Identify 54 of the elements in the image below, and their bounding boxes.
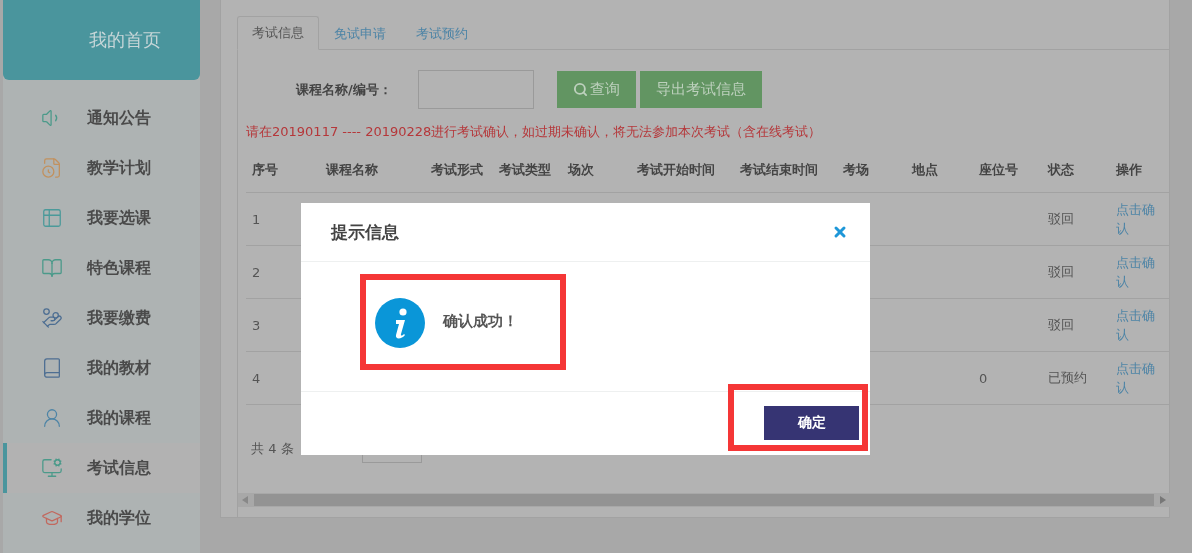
column-header: 考试类型 — [493, 147, 562, 193]
column-header: 座位号 — [973, 147, 1042, 193]
table-cell: 驳回 — [1048, 210, 1074, 228]
scroll-right-icon[interactable] — [1160, 496, 1166, 504]
column-header: 考试开始时间 — [631, 147, 734, 193]
table-cell: 驳回 — [1048, 263, 1074, 281]
column-header: 课程名称 — [320, 147, 425, 193]
table-cell: 2 — [252, 264, 261, 280]
column-header: 操作 — [1110, 147, 1169, 193]
horizontal-scrollbar[interactable] — [238, 493, 1170, 507]
search-icon — [573, 82, 588, 97]
sidebar-item[interactable]: 考试信息 — [3, 443, 200, 493]
column-header: 场次 — [562, 147, 631, 193]
info-icon — [375, 298, 425, 348]
table-cell: 已预约 — [1048, 369, 1087, 387]
sidebar-item[interactable]: 我要缴费 — [3, 293, 200, 343]
column-header: 状态 — [1042, 147, 1110, 193]
search-field[interactable] — [418, 70, 534, 109]
sidebar-item[interactable]: 我的课程 — [3, 393, 200, 443]
column-header: 地点 — [906, 147, 973, 193]
table-cell: 3 — [252, 317, 261, 333]
export-button[interactable]: 导出考试信息 — [640, 71, 762, 108]
table-icon — [41, 207, 63, 229]
book-icon — [41, 257, 63, 279]
column-header: 考试形式 — [425, 147, 493, 193]
column-header: 序号 — [246, 147, 320, 193]
sidebar-item[interactable]: 我要选课 — [3, 193, 200, 243]
sidebar-item[interactable]: 教学计划 — [3, 143, 200, 193]
sidebar-item[interactable]: 我的学位 — [3, 493, 200, 543]
ok-button[interactable]: 确定 — [764, 405, 859, 440]
dialog-message: 确认成功！ — [443, 312, 518, 331]
table-cell: 0 — [979, 370, 988, 386]
close-icon[interactable] — [832, 224, 848, 240]
column-header: 考试结束时间 — [734, 147, 837, 193]
query-button[interactable]: 查询 — [557, 71, 636, 108]
sidebar-item[interactable]: 特色课程 — [3, 243, 200, 293]
document-clock-icon — [41, 157, 63, 179]
monitor-icon — [41, 457, 63, 479]
textbook-icon — [41, 357, 63, 379]
notice-text: 请在20190117 ---- 20190228进行考试确认，如过期未确认，将无法参加本次考试（含在线考试） — [246, 123, 823, 141]
column-header: 考场 — [837, 147, 906, 193]
sidebar-item[interactable]: 通知公告 — [3, 93, 200, 143]
scroll-left-icon[interactable] — [242, 496, 248, 504]
table-cell: 1 — [252, 211, 261, 227]
table-cell: 驳回 — [1048, 316, 1074, 334]
total-count: 共 4 条 — [251, 440, 294, 458]
dialog-title: 提示信息 — [331, 220, 399, 244]
sidebar-item[interactable]: 我的教材 — [3, 343, 200, 393]
table-cell: 4 — [252, 370, 261, 386]
hand-coins-icon — [41, 307, 63, 329]
tab[interactable]: 考试信息 — [237, 16, 319, 50]
search-label: 课程名称/编号： — [296, 80, 393, 99]
user-icon — [41, 407, 63, 429]
home-link[interactable]: 我的首页 — [3, 0, 200, 80]
